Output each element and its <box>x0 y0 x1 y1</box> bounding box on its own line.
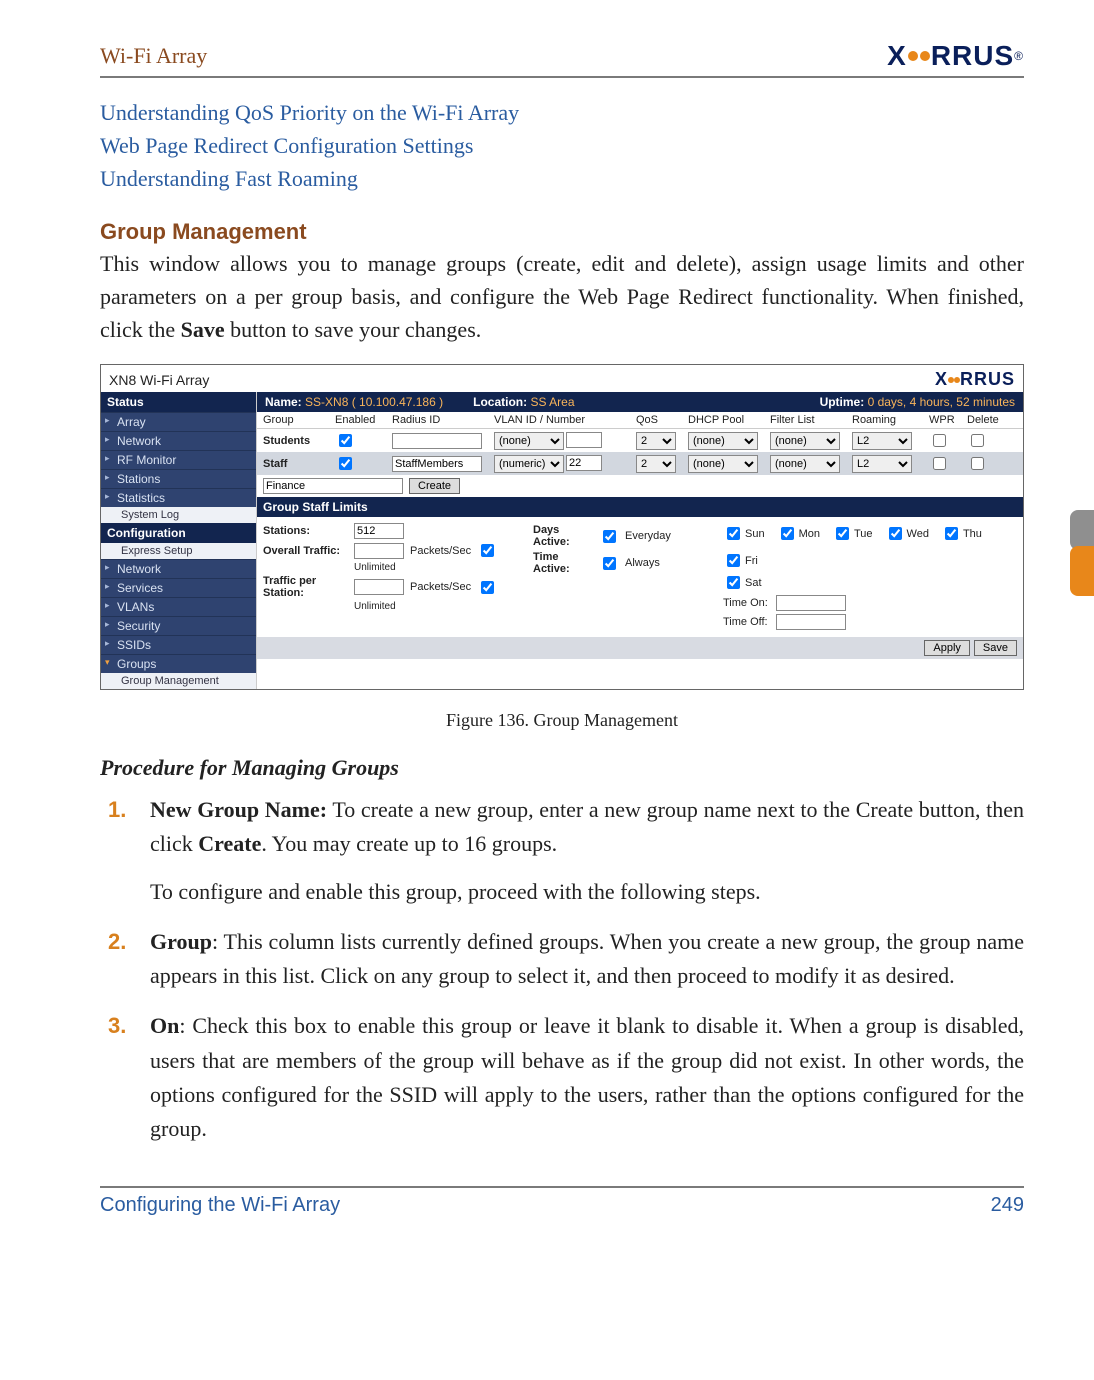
save-button[interactable]: Save <box>974 640 1017 656</box>
sidebar-item-array[interactable]: Array <box>101 412 256 431</box>
section-paragraph: This window allows you to manage groups … <box>100 247 1024 346</box>
roaming-select[interactable]: L2 <box>852 455 912 473</box>
wpr-checkbox[interactable] <box>933 457 946 470</box>
new-group-input[interactable] <box>263 478 403 494</box>
dhcp-select[interactable]: (none) <box>688 455 758 473</box>
vlan-num-input[interactable] <box>566 432 602 448</box>
figure-screenshot: XN8 Wi-Fi Array XRRUS Status Array Netwo… <box>100 364 1024 690</box>
sidebar-item-rf-monitor[interactable]: RF Monitor <box>101 450 256 469</box>
wpr-checkbox[interactable] <box>933 434 946 447</box>
window-title: XN8 Wi-Fi Array <box>109 372 209 388</box>
day-fri-checkbox[interactable] <box>727 554 740 567</box>
per-unlimited-checkbox[interactable] <box>481 581 494 594</box>
limits-title: Group Staff Limits <box>257 497 1023 517</box>
stations-label: Stations: <box>263 525 348 537</box>
qos-select[interactable]: 2 <box>636 432 676 450</box>
sidebar-section-status: Status <box>101 392 256 412</box>
sidebar-item-express-setup[interactable]: Express Setup <box>101 543 256 559</box>
qos-select[interactable]: 2 <box>636 455 676 473</box>
filter-select[interactable]: (none) <box>770 432 840 450</box>
time-on-input[interactable] <box>776 595 846 611</box>
day-sat-checkbox[interactable] <box>727 576 740 589</box>
brand-logo: XRRUS® <box>887 40 1024 72</box>
day-thu-checkbox[interactable] <box>945 527 958 540</box>
sidebar-item-statistics[interactable]: Statistics <box>101 488 256 507</box>
time-off-label: Time Off: <box>723 616 768 628</box>
time-active-label: Time Active: <box>533 551 593 575</box>
page-header-title: Wi-Fi Array <box>100 43 207 69</box>
list-item: 2. Group: This column lists currently de… <box>150 925 1024 993</box>
time-on-label: Time On: <box>723 597 768 609</box>
sidebar-item-network[interactable]: Network <box>101 431 256 450</box>
section-heading: Group Management <box>100 219 1024 245</box>
day-mon-checkbox[interactable] <box>781 527 794 540</box>
link-qos[interactable]: Understanding QoS Priority on the Wi-Fi … <box>100 96 1024 129</box>
sidebar-item-vlans[interactable]: VLANs <box>101 597 256 616</box>
days-active-label: Days Active: <box>533 524 593 548</box>
per-station-input[interactable] <box>354 579 404 595</box>
stations-input[interactable] <box>354 523 404 539</box>
info-bar: Name: SS-XN8 ( 10.100.47.186 ) Location:… <box>257 392 1023 412</box>
group-name[interactable]: Staff <box>263 458 287 470</box>
list-item: 1. New Group Name: To create a new group… <box>150 793 1024 909</box>
vlan-num-input[interactable] <box>566 455 602 471</box>
enabled-checkbox[interactable] <box>339 434 352 447</box>
sidebar-item-groups[interactable]: Groups <box>101 654 256 673</box>
delete-checkbox[interactable] <box>971 457 984 470</box>
group-name[interactable]: Students <box>263 435 310 447</box>
window-brand-logo: XRRUS <box>935 369 1015 390</box>
apply-button[interactable]: Apply <box>924 640 970 656</box>
roaming-select[interactable]: L2 <box>852 432 912 450</box>
page-side-tab <box>1070 510 1094 600</box>
dhcp-select[interactable]: (none) <box>688 432 758 450</box>
sidebar-item-security[interactable]: Security <box>101 616 256 635</box>
sidebar-item-stations[interactable]: Stations <box>101 469 256 488</box>
sidebar-item-network2[interactable]: Network <box>101 559 256 578</box>
list-item: 3. On: Check this box to enable this gro… <box>150 1009 1024 1145</box>
sidebar-item-ssids[interactable]: SSIDs <box>101 635 256 654</box>
day-sun-checkbox[interactable] <box>727 527 740 540</box>
page-number: 249 <box>991 1194 1024 1217</box>
table-row: Students (none) 2 (none) (none) L2 <box>257 429 1023 452</box>
radius-id-input[interactable] <box>392 433 482 449</box>
figure-caption: Figure 136. Group Management <box>100 710 1024 731</box>
overall-unlimited-checkbox[interactable] <box>481 544 494 557</box>
sidebar-section-config: Configuration <box>101 523 256 543</box>
sidebar-sub-systemlog[interactable]: System Log <box>101 507 256 523</box>
filter-select[interactable]: (none) <box>770 455 840 473</box>
per-station-label: Traffic per Station: <box>263 575 348 599</box>
radius-id-input[interactable] <box>392 456 482 472</box>
create-button[interactable]: Create <box>409 478 460 494</box>
delete-checkbox[interactable] <box>971 434 984 447</box>
footer-left: Configuring the Wi-Fi Array <box>100 1194 340 1217</box>
overall-label: Overall Traffic: <box>263 545 348 557</box>
vlan-type-select[interactable]: (none) <box>494 432 564 450</box>
always-checkbox[interactable] <box>603 557 616 570</box>
link-wpr[interactable]: Web Page Redirect Configuration Settings <box>100 129 1024 162</box>
overall-traffic-input[interactable] <box>354 543 404 559</box>
everyday-checkbox[interactable] <box>603 530 616 543</box>
day-tue-checkbox[interactable] <box>836 527 849 540</box>
procedure-heading: Procedure for Managing Groups <box>100 755 1024 781</box>
vlan-type-select[interactable]: (numeric) <box>494 455 564 473</box>
sidebar-item-services[interactable]: Services <box>101 578 256 597</box>
table-row: Staff (numeric) 2 (none) (none) L2 <box>257 452 1023 475</box>
sidebar: Status Array Network RF Monitor Stations… <box>101 392 257 689</box>
link-fast-roaming[interactable]: Understanding Fast Roaming <box>100 162 1024 195</box>
sidebar-sub-group-mgmt[interactable]: Group Management <box>101 673 256 689</box>
table-header: Group Enabled Radius ID VLAN ID / Number… <box>257 412 1023 429</box>
time-off-input[interactable] <box>776 614 846 630</box>
enabled-checkbox[interactable] <box>339 457 352 470</box>
day-wed-checkbox[interactable] <box>889 527 902 540</box>
